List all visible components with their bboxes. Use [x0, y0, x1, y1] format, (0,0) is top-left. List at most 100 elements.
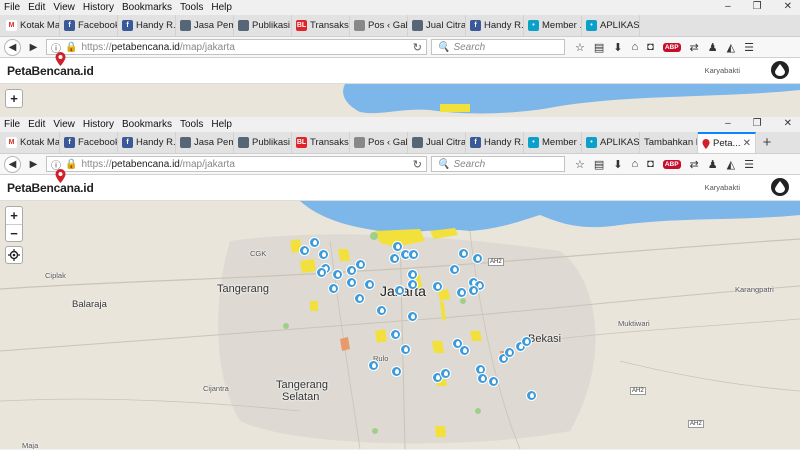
flood-report-marker[interactable]: [472, 253, 483, 264]
map-canvas[interactable]: CGK Tangerang Ciplak Balaraja Jakarta Be…: [0, 201, 800, 449]
new-tab-button[interactable]: +: [756, 132, 778, 153]
flood-report-marker[interactable]: [521, 336, 532, 347]
close-tab-icon[interactable]: ✕: [743, 138, 751, 149]
maximize-button[interactable]: ❐: [753, 1, 762, 12]
menu-history[interactable]: History: [79, 119, 118, 130]
url-bar[interactable]: ⓘ 🔒 https://petabencana.id/map/jakarta ↻: [46, 156, 427, 172]
menu-tools[interactable]: Tools: [176, 2, 207, 13]
menu-bookmarks[interactable]: Bookmarks: [118, 2, 176, 13]
browser-tab[interactable]: Jasa Pem...: [176, 15, 234, 36]
flood-report-marker[interactable]: [408, 249, 419, 260]
browser-tab[interactable]: •APLIKASI ...: [582, 15, 640, 36]
browser-tab[interactable]: Jasa Pem...: [176, 132, 234, 153]
hamburger-menu-icon[interactable]: ☰: [744, 41, 754, 54]
flood-report-marker[interactable]: [504, 347, 515, 358]
reading-list-icon[interactable]: ▤: [594, 158, 604, 171]
reading-list-icon[interactable]: ▤: [594, 41, 604, 54]
flood-report-marker[interactable]: [440, 368, 451, 379]
browser-tab[interactable]: •Member ...: [524, 132, 582, 153]
browser-tab[interactable]: Publikasi ...: [234, 132, 292, 153]
browser-tab[interactable]: fHandy R...: [118, 15, 176, 36]
menu-edit[interactable]: Edit: [24, 2, 49, 13]
browser-tab[interactable]: •APLIKASI ...: [582, 132, 640, 153]
zoom-in-button[interactable]: +: [6, 207, 22, 224]
report-flood-button[interactable]: [771, 178, 789, 196]
browser-tab[interactable]: fHandy R...: [466, 15, 524, 36]
download-icon[interactable]: ⬇: [613, 158, 622, 171]
sync-icon[interactable]: ⇄: [690, 158, 699, 171]
maximize-button[interactable]: ❐: [753, 118, 762, 129]
report-flood-button[interactable]: [771, 61, 789, 79]
flood-report-marker[interactable]: [309, 237, 320, 248]
user-icon[interactable]: ♟: [708, 41, 718, 54]
sync-icon[interactable]: ⇄: [690, 41, 699, 54]
close-window-button[interactable]: ✕: [784, 118, 792, 129]
close-window-button[interactable]: ✕: [784, 1, 792, 12]
browser-tab[interactable]: BLTransaksi...: [292, 15, 350, 36]
flood-report-marker[interactable]: [368, 360, 379, 371]
forward-button[interactable]: ▶: [25, 156, 42, 173]
browser-tab[interactable]: Jual Citra ...: [408, 15, 466, 36]
flood-report-marker[interactable]: [328, 283, 339, 294]
back-button[interactable]: ◀: [4, 38, 21, 56]
pocket-icon[interactable]: ◘: [647, 41, 654, 53]
flood-report-marker[interactable]: [364, 279, 375, 290]
home-icon[interactable]: ⌂: [632, 41, 639, 53]
browser-tab[interactable]: MKotak Ma...: [2, 132, 60, 153]
browser-tab[interactable]: Pos ‹ Galerigi...: [350, 15, 408, 36]
flood-report-marker[interactable]: [376, 305, 387, 316]
flood-report-marker[interactable]: [456, 287, 467, 298]
menu-help[interactable]: Help: [207, 2, 236, 13]
flood-report-marker[interactable]: [346, 277, 357, 288]
user-icon[interactable]: ♟: [708, 158, 718, 171]
menu-view[interactable]: View: [49, 2, 79, 13]
star-icon[interactable]: ☆: [575, 41, 585, 54]
flood-report-marker[interactable]: [407, 311, 418, 322]
menu-file[interactable]: File: [0, 2, 24, 13]
menu-view[interactable]: View: [49, 119, 79, 130]
flood-report-marker[interactable]: [346, 265, 357, 276]
back-button[interactable]: ◀: [4, 155, 21, 173]
flood-report-marker[interactable]: [449, 264, 460, 275]
hamburger-menu-icon[interactable]: ☰: [744, 158, 754, 171]
menu-history[interactable]: History: [79, 2, 118, 13]
star-icon[interactable]: ☆: [575, 158, 585, 171]
adblock-icon[interactable]: ABP: [662, 42, 681, 52]
flood-report-marker[interactable]: [488, 376, 499, 387]
home-icon[interactable]: ⌂: [632, 158, 639, 170]
browser-tab[interactable]: MKotak Ma...: [2, 15, 60, 36]
flood-report-marker[interactable]: [354, 293, 365, 304]
adblock-icon[interactable]: ABP: [662, 159, 681, 169]
extension-icon[interactable]: ◭: [727, 158, 735, 171]
flood-report-marker[interactable]: [477, 373, 488, 384]
browser-tab[interactable]: Jual Citra ...: [408, 132, 466, 153]
site-logo[interactable]: PetaBencana.id: [7, 181, 94, 195]
minimize-button[interactable]: –: [725, 1, 731, 12]
flood-report-marker[interactable]: [459, 345, 470, 356]
flood-report-marker[interactable]: [400, 344, 411, 355]
menu-help[interactable]: Help: [207, 119, 236, 130]
forward-button[interactable]: ▶: [25, 39, 42, 56]
flood-report-marker[interactable]: [468, 285, 479, 296]
site-logo[interactable]: PetaBencana.id: [7, 64, 94, 78]
flood-report-marker[interactable]: [389, 253, 400, 264]
zoom-out-button[interactable]: −: [6, 224, 22, 241]
download-icon[interactable]: ⬇: [613, 41, 622, 54]
reload-icon[interactable]: ↻: [413, 41, 422, 54]
search-input[interactable]: 🔍 Search: [431, 156, 565, 172]
browser-tab[interactable]: f Facebook: [60, 132, 118, 153]
flood-report-marker[interactable]: [394, 285, 405, 296]
flood-report-marker[interactable]: [391, 366, 402, 377]
browser-tab[interactable]: Pos ‹ Galerigi...: [350, 132, 408, 153]
flood-report-marker[interactable]: [316, 267, 327, 278]
flood-report-marker[interactable]: [526, 390, 537, 401]
menu-edit[interactable]: Edit: [24, 119, 49, 130]
pocket-icon[interactable]: ◘: [647, 158, 654, 170]
flood-report-marker[interactable]: [318, 249, 329, 260]
browser-tab[interactable]: BLTransaksi...: [292, 132, 350, 153]
browser-tab[interactable]: f Facebook: [60, 15, 118, 36]
browser-tab[interactable]: Publikasi ...: [234, 15, 292, 36]
map-canvas-partial[interactable]: +: [0, 84, 800, 117]
browser-tab[interactable]: fHandy R...: [118, 132, 176, 153]
extension-icon[interactable]: ◭: [727, 41, 735, 54]
